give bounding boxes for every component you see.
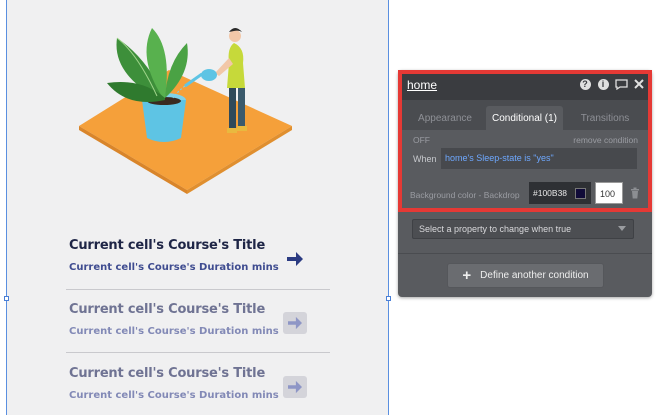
tab-appearance[interactable]: Appearance bbox=[406, 106, 484, 130]
color-swatch[interactable] bbox=[575, 188, 586, 199]
define-button-label: Define another condition bbox=[480, 270, 589, 281]
help-icon[interactable]: ? bbox=[578, 77, 592, 91]
resize-handle-right[interactable] bbox=[386, 296, 391, 301]
condition-state: OFF bbox=[413, 135, 430, 145]
resize-handle-left[interactable] bbox=[4, 296, 9, 301]
when-label: When bbox=[413, 154, 437, 164]
trash-icon[interactable] bbox=[630, 187, 640, 199]
woman-watering-plant-illustration bbox=[79, 28, 292, 194]
arrow-right-icon[interactable] bbox=[283, 312, 307, 334]
plus-icon: + bbox=[462, 267, 472, 284]
page-preview[interactable]: Current cell's Course's Title Current ce… bbox=[4, 0, 391, 415]
panel-tabs: Appearance Conditional (1) Transitions bbox=[398, 100, 652, 130]
property-label: Background color - Backdrop bbox=[410, 190, 520, 200]
opacity-field[interactable]: 100 bbox=[595, 182, 623, 204]
define-another-condition-button[interactable]: + Define another condition bbox=[447, 263, 604, 288]
element-name[interactable]: home bbox=[407, 78, 437, 92]
panel-header: home ? i bbox=[398, 70, 652, 100]
tab-conditional[interactable]: Conditional (1) bbox=[486, 106, 563, 130]
course-list-item[interactable]: Current cell's Course's Title Current ce… bbox=[69, 238, 333, 273]
property-editor-panel: home ? i Appearance Conditional (1) Tran… bbox=[398, 70, 652, 297]
tab-transitions[interactable]: Transitions bbox=[565, 106, 645, 130]
comment-icon[interactable] bbox=[614, 77, 628, 91]
info-icon[interactable]: i bbox=[596, 77, 610, 91]
property-select-placeholder: Select a property to change when true bbox=[419, 224, 572, 234]
chevron-down-icon bbox=[618, 226, 626, 231]
list-divider bbox=[66, 289, 330, 290]
editor-canvas: Current cell's Course's Title Current ce… bbox=[0, 0, 658, 415]
property-select-dropdown[interactable]: Select a property to change when true bbox=[412, 219, 634, 239]
arrow-right-icon[interactable] bbox=[283, 376, 307, 398]
close-icon[interactable] bbox=[632, 77, 646, 91]
when-expression-field[interactable]: home's Sleep-state is "yes" bbox=[441, 148, 637, 169]
remove-condition-link[interactable]: remove condition bbox=[573, 135, 638, 145]
course-list-item[interactable]: Current cell's Course's Title Current ce… bbox=[69, 302, 333, 337]
panel-divider bbox=[398, 253, 652, 254]
arrow-right-icon[interactable] bbox=[283, 248, 307, 270]
course-list-item[interactable]: Current cell's Course's Title Current ce… bbox=[69, 366, 333, 401]
list-divider bbox=[66, 352, 330, 353]
